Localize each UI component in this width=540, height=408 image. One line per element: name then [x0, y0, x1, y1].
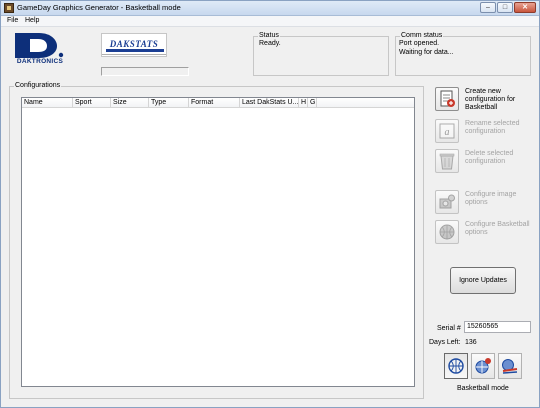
daktronics-d-icon [15, 33, 64, 58]
comm-status-line-2: Waiting for data... [399, 49, 454, 56]
basketball-mode-icon [448, 358, 464, 374]
menu-file[interactable]: File [7, 17, 18, 24]
minimize-button[interactable]: – [480, 2, 496, 13]
column-header-sport[interactable]: Sport [73, 98, 111, 108]
column-header-size[interactable]: Size [111, 98, 149, 108]
dakstats-swoosh [106, 49, 164, 52]
column-header-type[interactable]: Type [149, 98, 189, 108]
column-header-format[interactable]: Format [189, 98, 240, 108]
menu-bar: File Help [1, 16, 539, 27]
info-field [101, 67, 189, 76]
column-header-name[interactable]: Name [22, 98, 73, 108]
days-left-label: Days Left: [429, 339, 461, 346]
window-title: GameDay Graphics Generator - Basketball … [17, 3, 181, 12]
basketball-mode-button[interactable] [444, 353, 468, 379]
sport-mode-button-2[interactable] [471, 353, 495, 379]
dakstats-logo: DAKSTATS [101, 33, 167, 57]
rename-configuration-button[interactable]: a [435, 119, 459, 143]
create-configuration-action[interactable]: Create new configuration for Basketball [435, 86, 531, 112]
dakstats-wordmark: DAKSTATS [109, 39, 159, 49]
delete-configuration-action[interactable]: Delete selected configuration [435, 148, 531, 174]
daktronics-wordmark: DAKTRONICS [16, 58, 64, 65]
configurations-header: Name Sport Size Type Format Last DakStat… [22, 98, 414, 108]
image-settings-icon [439, 194, 455, 209]
image-options-action[interactable]: Configure image options [435, 189, 531, 215]
image-options-button[interactable] [435, 190, 459, 214]
create-configuration-button[interactable] [435, 87, 459, 111]
trash-icon [439, 153, 455, 170]
basketball-team-icon [475, 358, 491, 374]
title-bar[interactable]: GameDay Graphics Generator - Basketball … [1, 1, 539, 16]
basketball-icon [439, 224, 455, 240]
image-options-label: Configure image options [465, 191, 517, 206]
app-window: GameDay Graphics Generator - Basketball … [0, 0, 540, 408]
sport-mode-selector [444, 353, 522, 381]
days-left-value: 136 [465, 339, 477, 346]
delete-configuration-button[interactable] [435, 149, 459, 173]
new-document-icon [440, 90, 455, 107]
sport-graphics-icon [502, 359, 518, 374]
basketball-options-button[interactable] [435, 220, 459, 244]
column-header-last-dakstats[interactable]: Last DakStats U... [240, 98, 299, 108]
basketball-options-label: Configure Basketball options [465, 221, 530, 236]
menu-help[interactable]: Help [25, 17, 39, 24]
create-configuration-label: Create new configuration for Basketball [465, 88, 516, 111]
status-group: Status Ready. [253, 32, 389, 76]
serial-label: Serial # [437, 325, 461, 332]
status-text: Ready. [259, 40, 281, 47]
close-button[interactable]: ✕ [514, 2, 536, 13]
comm-status-line-1: Port opened. [399, 40, 440, 47]
configurations-list[interactable]: Name Sport Size Type Format Last DakStat… [21, 97, 415, 387]
column-header-g[interactable]: G [308, 98, 317, 108]
rename-configuration-label: Rename selected configuration [465, 120, 520, 135]
rename-icon: a [439, 123, 455, 139]
column-header-h[interactable]: H [299, 98, 308, 108]
comm-status-group: Comm status Port opened. Waiting for dat… [395, 32, 531, 76]
mode-label: Basketball mode [457, 385, 509, 392]
daktronics-logo: DAKTRONICS [9, 31, 71, 69]
ignore-updates-button[interactable]: Ignore Updates [450, 267, 516, 294]
svg-text:a: a [445, 127, 450, 138]
basketball-options-action[interactable]: Configure Basketball options [435, 219, 531, 245]
delete-configuration-label: Delete selected configuration [465, 150, 514, 165]
serial-field[interactable]: 15260565 [464, 321, 531, 333]
configurations-label: Configurations [14, 82, 62, 90]
app-icon [4, 3, 14, 13]
maximize-button[interactable]: □ [497, 2, 513, 13]
sport-mode-button-3[interactable] [498, 353, 522, 379]
rename-configuration-action[interactable]: a Rename selected configuration [435, 118, 531, 144]
dakstats-tagline-rule [102, 54, 166, 55]
